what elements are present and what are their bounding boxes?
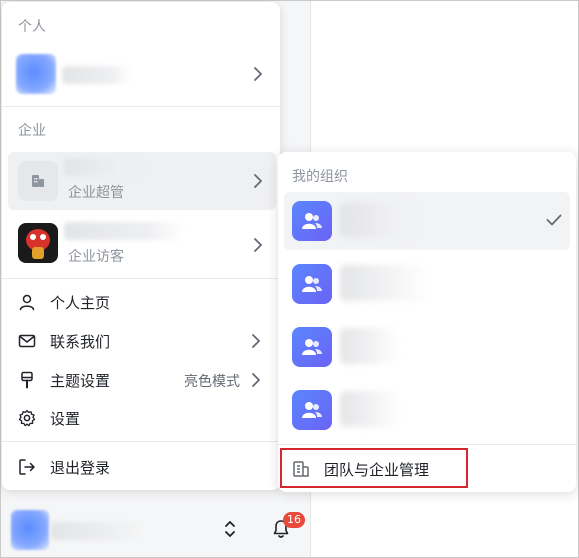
building-management-icon xyxy=(293,461,309,477)
organization-item[interactable] xyxy=(284,255,570,313)
organization-icon xyxy=(292,264,332,304)
personal-account-row[interactable] xyxy=(8,46,276,102)
bottom-bar xyxy=(1,500,311,557)
enterprise-section-label: 企业 xyxy=(18,123,46,139)
settings-menu-item[interactable]: 设置 xyxy=(18,404,270,432)
divider xyxy=(278,444,576,445)
contact-menu-item[interactable]: 联系我们 xyxy=(18,327,270,355)
organization-submenu: 我的组织 团队与企业管理 xyxy=(278,152,576,492)
chevron-right-icon xyxy=(254,238,262,252)
team-icon xyxy=(302,213,322,229)
divider xyxy=(2,278,280,279)
manage-label: 团队与企业管理 xyxy=(324,461,430,479)
personal-section-label: 个人 xyxy=(18,19,46,35)
enterprise-row[interactable]: 企业超管 xyxy=(8,152,276,210)
organization-item[interactable] xyxy=(284,381,570,439)
current-user-name-redacted xyxy=(51,522,141,540)
menu-item-label: 联系我们 xyxy=(50,333,111,351)
enterprise-role: 企业超管 xyxy=(68,185,124,201)
team-enterprise-management-button[interactable]: 团队与企业管理 xyxy=(280,448,468,488)
chevron-right-icon xyxy=(252,373,260,387)
organization-name-redacted xyxy=(340,328,400,364)
user-icon xyxy=(19,294,35,311)
profile-menu-item[interactable]: 个人主页 xyxy=(18,288,270,316)
mail-icon xyxy=(18,334,36,348)
menu-item-label: 个人主页 xyxy=(50,294,111,312)
theme-value: 亮色模式 xyxy=(184,374,240,390)
check-icon xyxy=(546,214,562,226)
menu-item-label: 退出登录 xyxy=(50,459,111,477)
logout-menu-item[interactable]: 退出登录 xyxy=(18,453,270,481)
team-icon xyxy=(302,402,322,418)
organization-name-redacted xyxy=(340,265,430,301)
logout-icon xyxy=(19,459,35,475)
organization-item[interactable] xyxy=(284,318,570,376)
personal-name-redacted xyxy=(62,66,132,84)
theme-menu-item[interactable]: 主题设置 亮色模式 xyxy=(18,366,270,394)
enterprise-name-redacted xyxy=(64,158,144,176)
chevron-right-icon xyxy=(252,334,260,348)
enterprise-role: 企业访客 xyxy=(68,249,124,265)
organization-name-redacted xyxy=(340,202,420,238)
enterprise-logo xyxy=(18,223,58,263)
enterprise-icon xyxy=(18,161,58,201)
building-icon xyxy=(32,175,44,187)
organization-icon xyxy=(292,201,332,241)
account-menu: 个人 企业 企业超管 企业访客 个人主页 联系我们 主题设置 亮色模式 设置 退… xyxy=(2,2,280,490)
menu-item-label: 主题设置 xyxy=(50,372,111,390)
org-panel-title: 我的组织 xyxy=(292,169,348,185)
organization-item[interactable] xyxy=(284,192,570,250)
organization-icon xyxy=(292,390,332,430)
personal-avatar xyxy=(16,54,56,94)
notification-badge: 16 xyxy=(283,512,305,528)
switch-account-icon[interactable] xyxy=(223,520,237,538)
divider xyxy=(2,441,280,442)
organization-name-redacted xyxy=(340,391,400,427)
team-icon xyxy=(302,276,322,292)
gear-icon xyxy=(18,409,36,427)
organization-icon xyxy=(292,327,332,367)
divider xyxy=(2,106,280,107)
chevron-right-icon xyxy=(254,174,262,188)
brush-icon xyxy=(21,371,33,389)
enterprise-row[interactable]: 企业访客 xyxy=(8,214,276,272)
menu-item-label: 设置 xyxy=(50,410,81,428)
current-user-avatar[interactable] xyxy=(11,510,49,550)
team-icon xyxy=(302,339,322,355)
enterprise-name-redacted xyxy=(64,222,184,240)
chevron-right-icon xyxy=(254,67,262,81)
